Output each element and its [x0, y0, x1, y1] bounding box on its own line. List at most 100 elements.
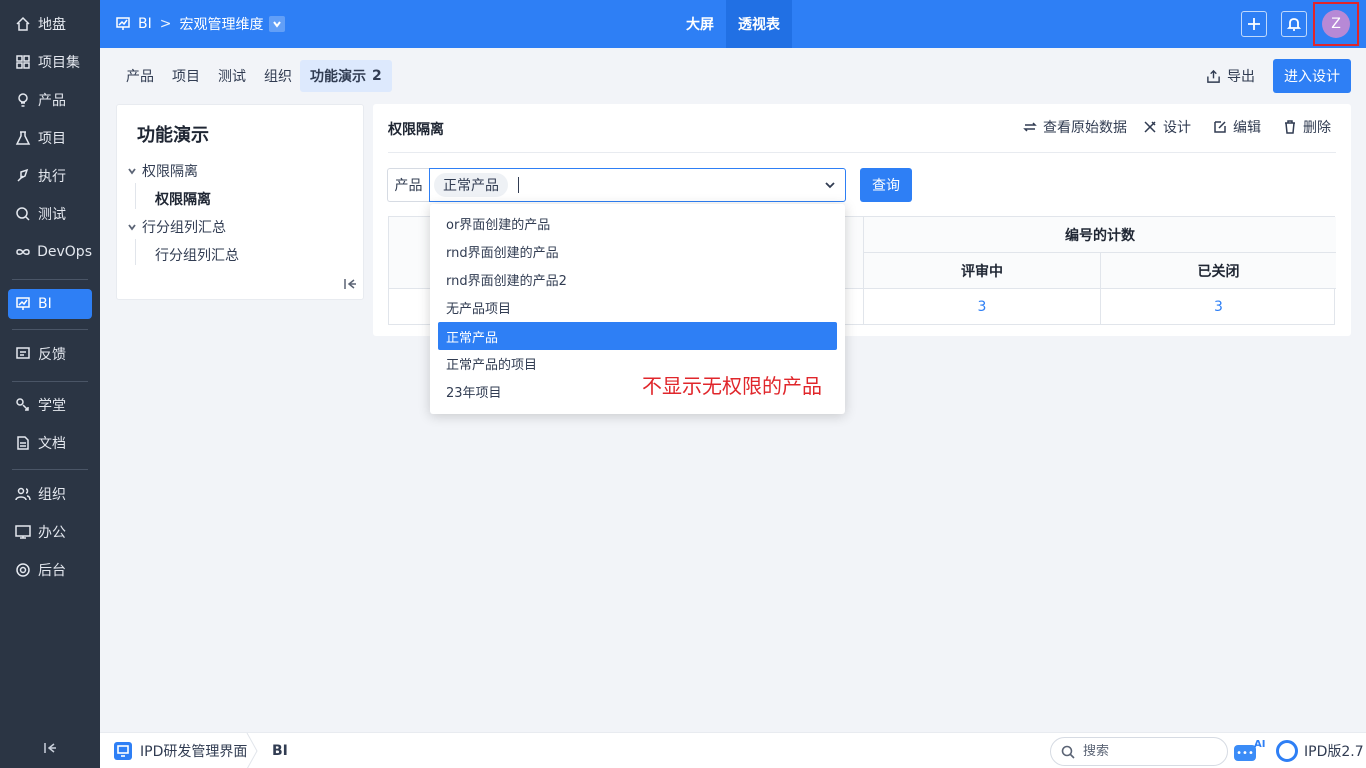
view-raw-data-button[interactable]: 查看原始数据	[1023, 117, 1127, 137]
tab-project[interactable]: 项目	[162, 60, 210, 92]
table-cell[interactable]: 3	[864, 289, 1101, 325]
sidebar-item-label: 学堂	[38, 398, 66, 414]
sidebar-item-bi[interactable]: BI	[8, 289, 92, 319]
action-label: 删除	[1303, 120, 1331, 136]
tab-feature-demo[interactable]: 功能演示 2	[300, 60, 392, 92]
action-label: 设计	[1163, 120, 1191, 136]
grid-icon	[14, 53, 32, 71]
sidebar-item-label: BI	[38, 296, 52, 312]
dropdown-option[interactable]: rnd界面创建的产品	[438, 237, 837, 265]
document-icon	[14, 434, 32, 452]
flask-icon	[14, 129, 32, 147]
ai-assistant-button[interactable]: ••• AI	[1234, 739, 1266, 763]
sidebar-item-docs[interactable]: 文档	[8, 428, 92, 458]
sidebar-item-school[interactable]: 学堂	[8, 390, 92, 420]
sidebar: 地盘 项目集 产品 项目 执行 测试 DevOps BI 反馈 学堂 文档 组织…	[0, 0, 100, 768]
feedback-icon	[14, 345, 32, 363]
export-icon	[1207, 69, 1220, 83]
notification-button[interactable]	[1281, 11, 1307, 37]
dimension-name[interactable]: 宏观管理维度	[179, 14, 263, 34]
enter-design-button[interactable]: 进入设计	[1273, 59, 1351, 93]
sidebar-item-program[interactable]: 项目集	[8, 47, 92, 77]
action-label: 查看原始数据	[1043, 120, 1127, 136]
tree-collapse-button[interactable]	[343, 277, 357, 291]
delete-button[interactable]: 删除	[1283, 117, 1331, 137]
trash-icon	[1285, 120, 1295, 134]
panel-title: 权限隔离	[388, 122, 444, 138]
users-icon	[14, 485, 32, 503]
dropdown-option[interactable]: 无产品项目	[438, 293, 837, 321]
sidebar-collapse-button[interactable]	[40, 738, 60, 758]
breadcrumb-separator: >	[159, 16, 172, 32]
table-group-header: 编号的计数	[864, 217, 1336, 253]
sidebar-item-product[interactable]: 产品	[8, 85, 92, 115]
avatar-highlight: Z	[1313, 2, 1359, 46]
tree-guide-line	[135, 239, 136, 265]
chart-icon	[14, 295, 32, 313]
collapse-left-icon	[44, 743, 56, 753]
avatar[interactable]: Z	[1322, 10, 1350, 38]
action-label: 编辑	[1233, 120, 1261, 136]
sidebar-divider	[12, 469, 88, 470]
add-button[interactable]	[1241, 11, 1267, 37]
footer-search[interactable]	[1050, 737, 1228, 766]
tab-screen[interactable]: 大屏	[674, 0, 726, 48]
chat-bubble-icon: •••	[1234, 745, 1256, 761]
query-button[interactable]: 查询	[860, 168, 912, 202]
table-cell[interactable]: 3	[1101, 289, 1336, 325]
sidebar-item-office[interactable]: 办公	[8, 517, 92, 547]
office-icon	[14, 523, 32, 541]
sidebar-item-test[interactable]: 测试	[8, 199, 92, 229]
tree-group-label: 权限隔离	[142, 164, 198, 180]
tab-count-badge: 2	[372, 68, 382, 84]
chevron-down-icon	[128, 168, 136, 175]
tab-org[interactable]: 组织	[254, 60, 302, 92]
sidebar-item-project[interactable]: 项目	[8, 123, 92, 153]
chart-icon	[116, 17, 130, 30]
annotation-note: 不显示无权限的产品	[642, 374, 822, 398]
sidebar-item-devops[interactable]: DevOps	[8, 237, 92, 267]
ai-label: AI	[1254, 739, 1266, 750]
sidebar-item-admin[interactable]: 后台	[8, 555, 92, 585]
monitor-icon	[114, 742, 132, 760]
text-caret	[518, 177, 519, 193]
edit-button[interactable]: 编辑	[1213, 117, 1261, 137]
design-button[interactable]: 设计	[1143, 117, 1191, 137]
dimension-dropdown-button[interactable]	[269, 16, 286, 32]
dropdown-option[interactable]: rnd界面创建的产品2	[438, 265, 837, 293]
footer-app-link[interactable]: IPD研发管理界面	[114, 733, 247, 768]
version-button[interactable]: IPD版2.7	[1276, 733, 1364, 768]
module-name[interactable]: BI	[138, 16, 152, 32]
sidebar-item-home[interactable]: 地盘	[8, 9, 92, 39]
footer-current-module[interactable]: BI	[272, 733, 288, 768]
search-icon	[14, 205, 32, 223]
tab-pivot[interactable]: 透视表	[726, 0, 792, 48]
sidebar-item-label: 执行	[38, 169, 66, 185]
tree-panel: 功能演示 权限隔离 权限隔离 行分组列汇总 行分组列汇总	[116, 104, 364, 300]
sidebar-item-org[interactable]: 组织	[8, 479, 92, 509]
tree-item-permission[interactable]: 权限隔离	[155, 189, 211, 209]
selected-chip[interactable]: 正常产品	[434, 173, 508, 197]
sidebar-item-label: DevOps	[37, 244, 92, 260]
dropdown-option[interactable]: or界面创建的产品	[438, 209, 837, 237]
tree-item-row-group[interactable]: 行分组列汇总	[155, 245, 239, 265]
sidebar-item-execution[interactable]: 执行	[8, 161, 92, 191]
tab-label: 功能演示	[310, 69, 366, 85]
search-input[interactable]	[1083, 744, 1213, 759]
rocket-icon	[14, 167, 32, 185]
sidebar-item-label: 地盘	[38, 17, 66, 33]
sidebar-item-label: 文档	[38, 436, 66, 452]
sidebar-item-feedback[interactable]: 反馈	[8, 339, 92, 369]
product-filter-select[interactable]: 正常产品	[429, 168, 846, 202]
chevron-down-icon[interactable]	[824, 179, 836, 191]
export-button[interactable]: 导出	[1206, 62, 1255, 90]
table-column-header: 评审中	[864, 253, 1101, 289]
dropdown-option-selected[interactable]: 正常产品	[438, 322, 837, 350]
tree-group-permission[interactable]: 权限隔离	[127, 161, 198, 181]
filter-label: 产品	[387, 168, 429, 202]
sidebar-divider	[12, 329, 88, 330]
bulb-icon	[14, 91, 32, 109]
tab-test[interactable]: 测试	[208, 60, 256, 92]
tab-product[interactable]: 产品	[116, 60, 164, 92]
tree-group-row-group[interactable]: 行分组列汇总	[127, 217, 226, 237]
